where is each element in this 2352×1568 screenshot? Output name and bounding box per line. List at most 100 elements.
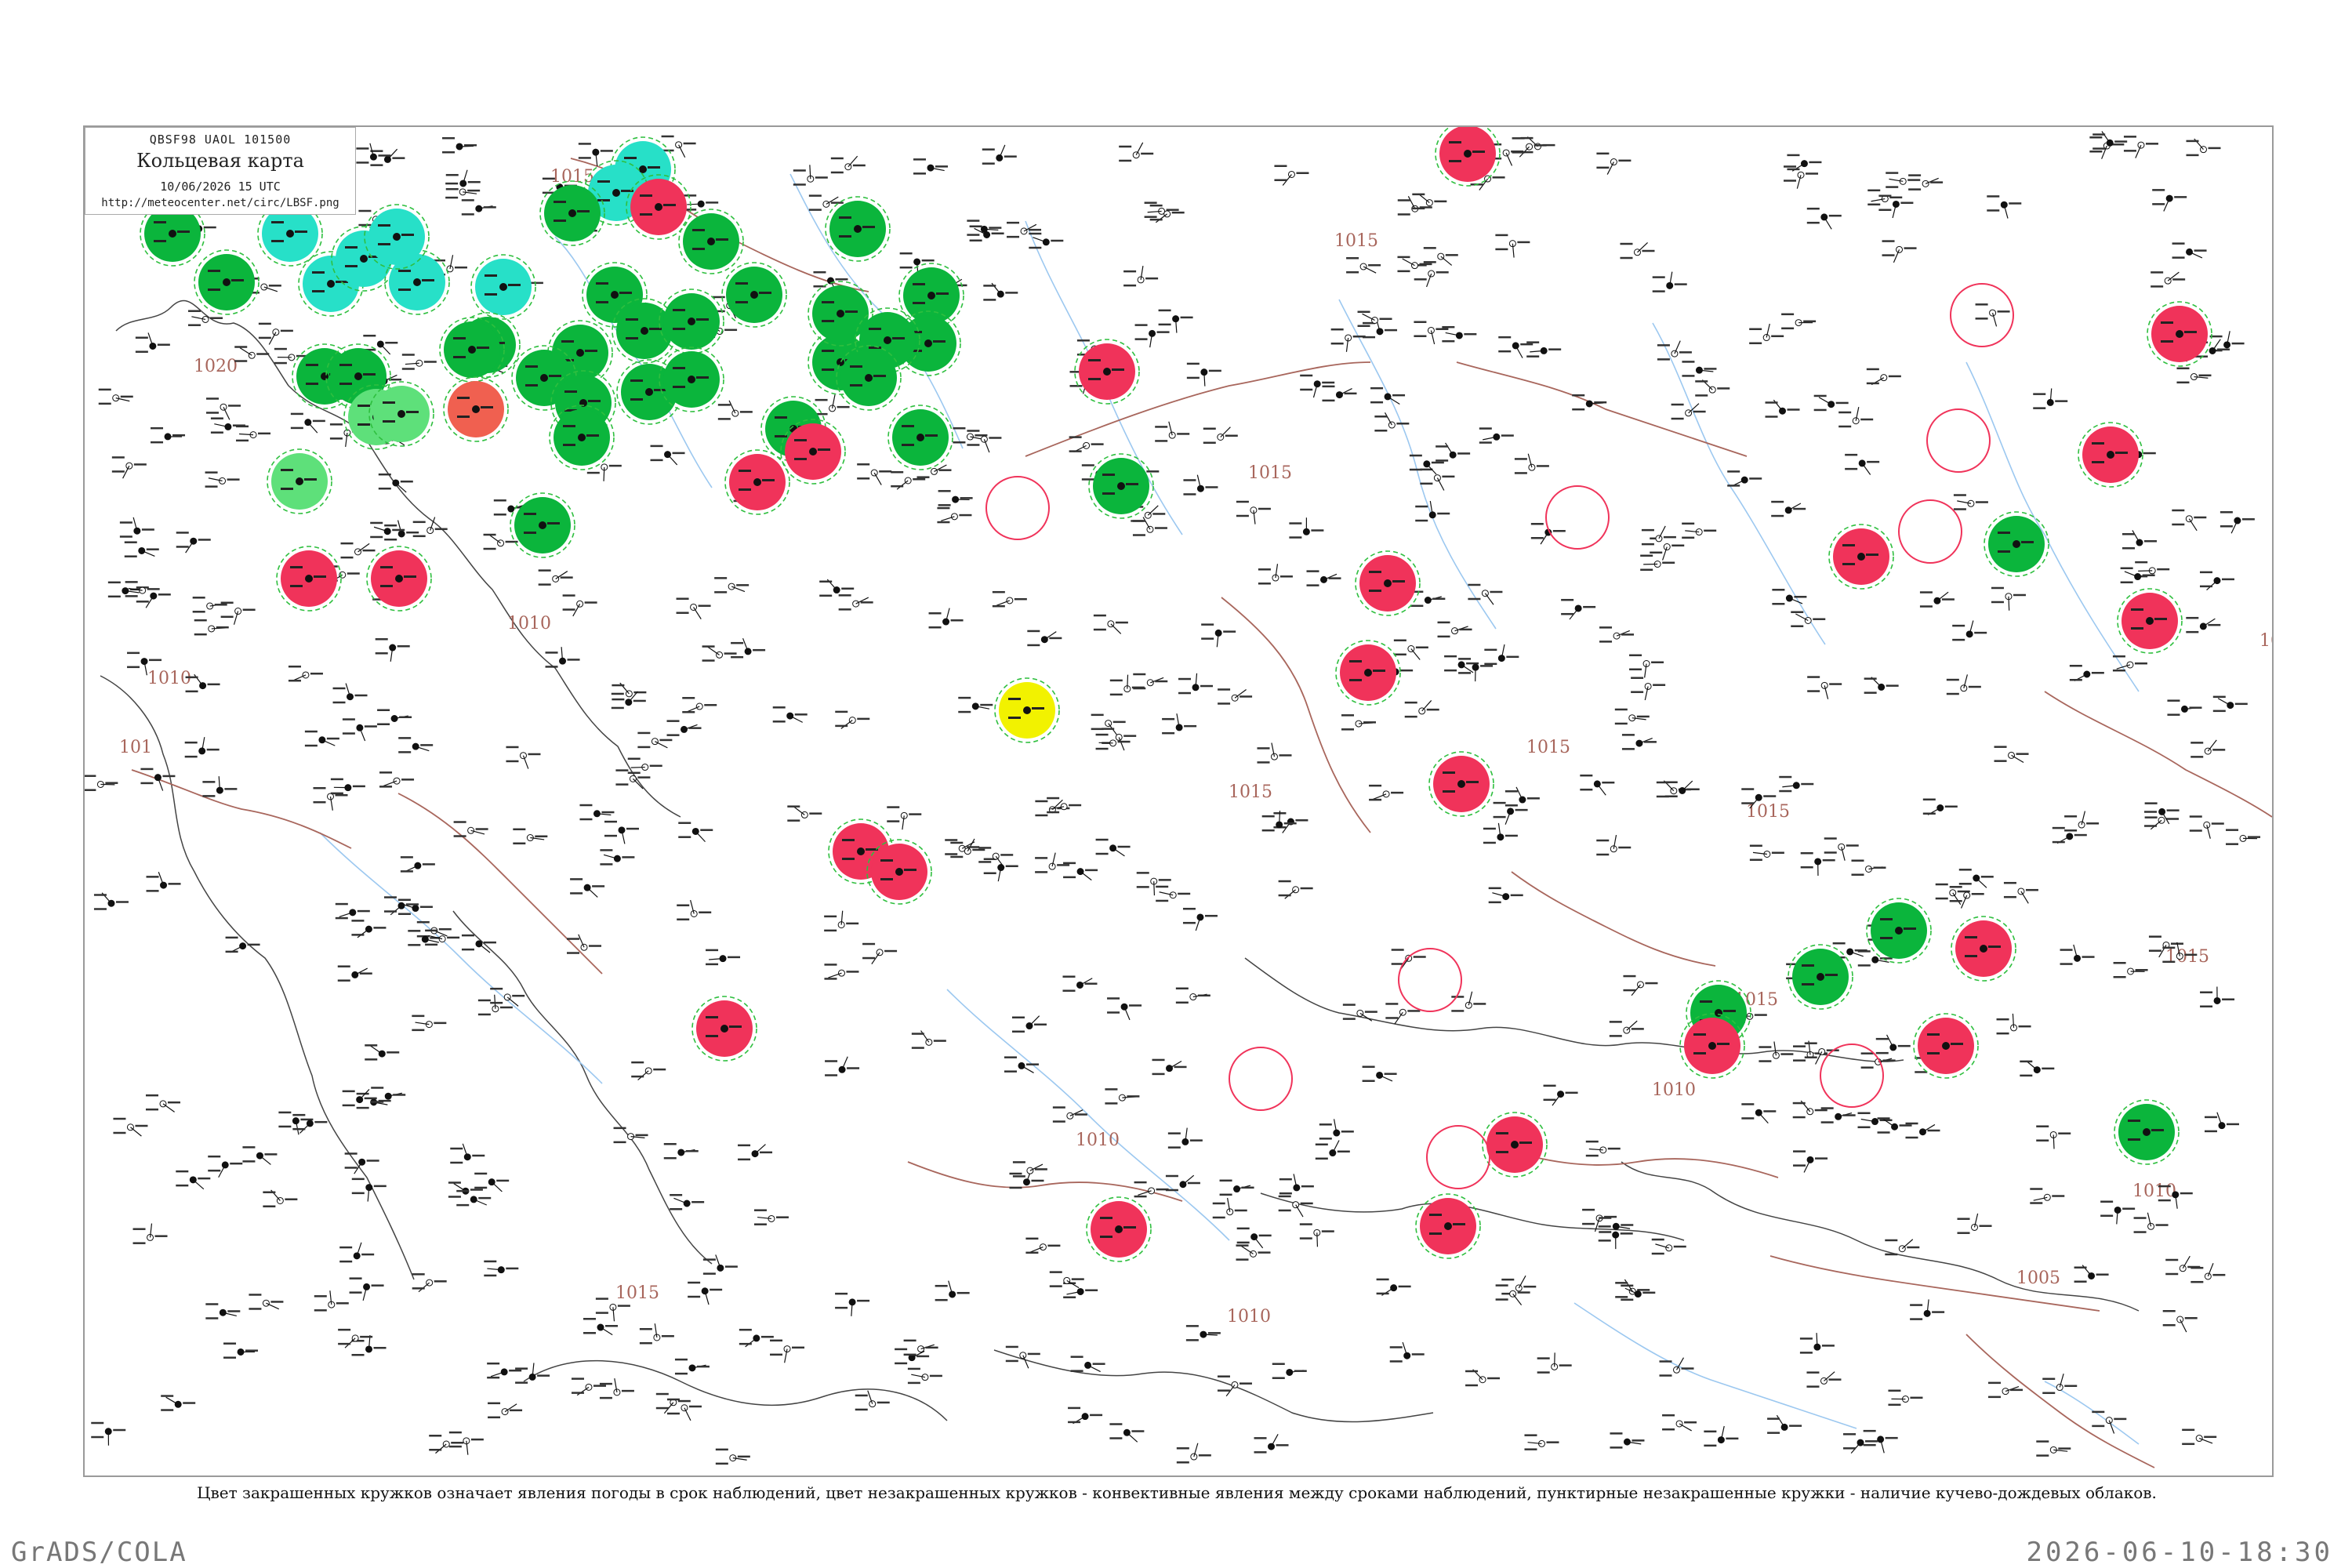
observation-glyph bbox=[481, 406, 493, 408]
weather-station-marker bbox=[1074, 339, 1140, 405]
observation-glyph bbox=[1274, 179, 1287, 181]
observation-glyph bbox=[168, 883, 181, 885]
observation-glyph bbox=[242, 1146, 256, 1149]
observation-glyph bbox=[925, 1346, 938, 1349]
observation-glyph bbox=[1364, 1011, 1377, 1013]
observation-glyph bbox=[1487, 1377, 1501, 1380]
observation-glyph bbox=[1618, 159, 1632, 162]
observation-glyph bbox=[290, 585, 303, 587]
observation-glyph bbox=[1132, 534, 1145, 536]
observation-glyph bbox=[345, 265, 358, 267]
observation-glyph bbox=[2128, 1138, 2140, 1141]
observation-glyph bbox=[1865, 1440, 1878, 1443]
wind-barb-icon bbox=[728, 400, 736, 414]
observation-glyph bbox=[2133, 1231, 2147, 1233]
station-plot bbox=[1451, 991, 1486, 1012]
weather-station-marker bbox=[2117, 588, 2183, 654]
observation-glyph bbox=[1546, 1441, 1559, 1443]
observation-glyph bbox=[1468, 583, 1481, 586]
station-plot bbox=[338, 1328, 373, 1348]
observation-glyph bbox=[857, 463, 870, 466]
observation-glyph bbox=[724, 652, 737, 655]
observation-glyph bbox=[2092, 442, 2104, 445]
observation-glyph bbox=[1300, 887, 1313, 890]
observation-glyph bbox=[1495, 1284, 1508, 1287]
observation-glyph bbox=[1393, 639, 1406, 642]
wind-barb-icon bbox=[1362, 313, 1375, 321]
observation-glyph bbox=[724, 1265, 738, 1268]
observation-glyph bbox=[666, 1398, 680, 1401]
observation-glyph bbox=[1880, 918, 1893, 920]
observation-glyph bbox=[1217, 1375, 1230, 1377]
observation-glyph bbox=[398, 751, 412, 753]
observation-glyph bbox=[107, 595, 121, 598]
station-dot-icon bbox=[395, 575, 403, 583]
station-plot bbox=[1299, 1223, 1334, 1247]
observation-glyph bbox=[1063, 1296, 1076, 1298]
observation-glyph bbox=[1283, 822, 1297, 825]
observation-glyph bbox=[835, 278, 848, 281]
weather-station-marker bbox=[825, 196, 891, 262]
wind-barb-icon bbox=[1515, 786, 1523, 800]
observation-glyph bbox=[2158, 1199, 2171, 1202]
weather-station-marker bbox=[267, 448, 332, 514]
observation-glyph bbox=[356, 1092, 369, 1095]
observation-glyph bbox=[663, 204, 676, 206]
observation-glyph bbox=[913, 283, 925, 285]
observation-glyph bbox=[506, 760, 519, 763]
observation-glyph bbox=[2226, 1123, 2239, 1126]
wind-barb-icon bbox=[307, 422, 318, 434]
observation-glyph bbox=[673, 328, 685, 330]
observation-glyph bbox=[1537, 1371, 1550, 1374]
observation-glyph bbox=[1442, 325, 1455, 328]
cloud-cover-icon bbox=[262, 1299, 270, 1307]
observation-glyph bbox=[1561, 598, 1574, 601]
station-dot-icon bbox=[837, 358, 844, 366]
station-plot bbox=[146, 872, 181, 892]
observation-glyph bbox=[738, 1158, 751, 1161]
observation-glyph bbox=[1523, 1285, 1537, 1288]
observation-glyph bbox=[1493, 815, 1506, 818]
observation-glyph bbox=[416, 920, 430, 924]
observation-glyph bbox=[1602, 781, 1615, 784]
observation-glyph bbox=[1723, 1010, 1736, 1012]
observation-glyph bbox=[928, 612, 942, 615]
weather-station-marker bbox=[1984, 511, 2049, 577]
observation-glyph bbox=[1483, 841, 1496, 844]
observation-glyph bbox=[895, 1362, 908, 1365]
wind-barb-icon bbox=[2011, 754, 2024, 764]
observation-glyph bbox=[1863, 1443, 1876, 1446]
observation-glyph bbox=[281, 488, 293, 490]
observation-glyph bbox=[456, 1189, 470, 1192]
station-plot bbox=[1946, 674, 1981, 695]
observation-glyph bbox=[525, 365, 538, 368]
station-plot bbox=[2074, 1265, 2109, 1283]
observation-glyph bbox=[2096, 1273, 2109, 1276]
observation-glyph bbox=[714, 577, 728, 579]
observation-glyph bbox=[1905, 1122, 1918, 1125]
observation-glyph bbox=[249, 1308, 262, 1310]
observation-glyph bbox=[1904, 247, 1917, 249]
observation-glyph bbox=[879, 470, 892, 473]
observation-glyph bbox=[1289, 536, 1302, 539]
station-plot bbox=[2003, 881, 2038, 904]
station-plot bbox=[1176, 1443, 1211, 1464]
observation-glyph bbox=[1279, 1192, 1292, 1195]
station-dot-icon bbox=[1457, 780, 1465, 788]
station-plot bbox=[717, 400, 753, 420]
observation-glyph bbox=[1412, 207, 1425, 210]
observation-glyph bbox=[2036, 1125, 2049, 1127]
observation-glyph bbox=[2092, 133, 2106, 136]
observation-glyph bbox=[401, 368, 415, 370]
wind-barb-icon bbox=[1155, 213, 1168, 223]
observation-glyph bbox=[731, 641, 744, 644]
observation-glyph bbox=[2131, 627, 2143, 630]
observation-glyph bbox=[258, 336, 271, 339]
observation-glyph bbox=[1609, 1035, 1622, 1037]
observation-glyph bbox=[1156, 331, 1170, 333]
observation-glyph bbox=[1799, 1352, 1813, 1354]
observation-glyph bbox=[760, 1151, 773, 1154]
station-plot bbox=[1650, 537, 1685, 561]
observation-glyph bbox=[408, 930, 421, 932]
station-dot-icon bbox=[468, 346, 476, 354]
